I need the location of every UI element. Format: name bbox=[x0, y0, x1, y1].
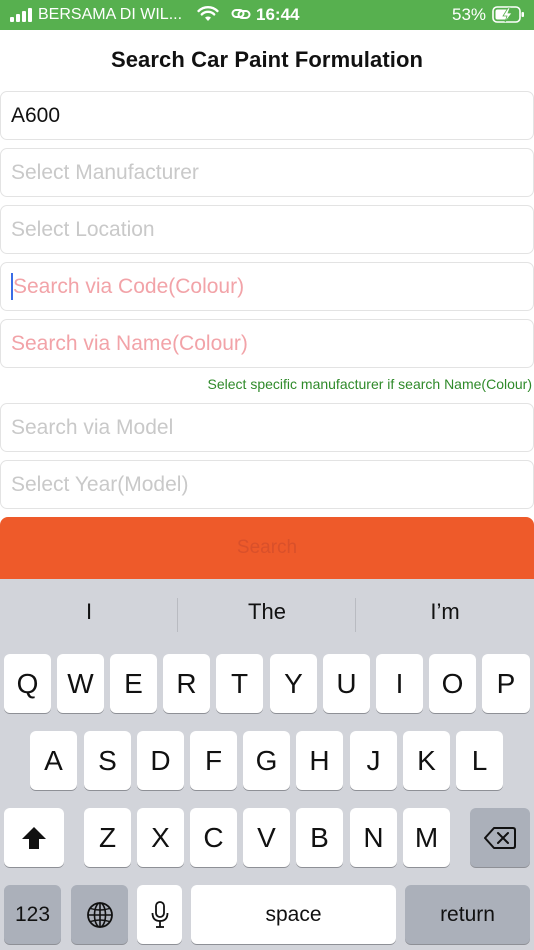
signal-icon bbox=[10, 8, 32, 22]
name-colour-placeholder: Search via Name(Colour) bbox=[11, 331, 248, 355]
status-left: BERSAMA DI WIL... bbox=[10, 5, 182, 25]
key-u[interactable]: U bbox=[323, 654, 370, 713]
key-y[interactable]: Y bbox=[270, 654, 317, 713]
link-icon bbox=[231, 9, 251, 19]
space-key[interactable]: space bbox=[191, 885, 396, 944]
carrier-name: BERSAMA DI WIL... bbox=[38, 6, 183, 23]
model-placeholder: Search via Model bbox=[11, 415, 174, 439]
name-colour-input[interactable]: Search via Name(Colour) bbox=[0, 319, 534, 368]
key-t[interactable]: T bbox=[216, 654, 263, 713]
year-placeholder: Select Year(Model) bbox=[11, 472, 189, 496]
search-button[interactable]: Search bbox=[0, 517, 534, 579]
return-key[interactable]: return bbox=[405, 885, 530, 944]
manufacturer-select[interactable]: Select Manufacturer bbox=[0, 148, 534, 197]
key-z[interactable]: Z bbox=[84, 808, 131, 867]
backspace-key[interactable] bbox=[470, 808, 530, 867]
key-j[interactable]: J bbox=[350, 731, 397, 790]
wifi-icon bbox=[197, 6, 219, 21]
location-select[interactable]: Select Location bbox=[0, 205, 534, 254]
key-k[interactable]: K bbox=[403, 731, 450, 790]
key-c[interactable]: C bbox=[190, 808, 237, 867]
code-colour-placeholder: Search via Code(Colour) bbox=[13, 274, 245, 298]
key-h[interactable]: H bbox=[296, 731, 343, 790]
manufacturer-placeholder: Select Manufacturer bbox=[11, 160, 199, 184]
status-time: 16:44 bbox=[256, 5, 300, 24]
key-p[interactable]: P bbox=[482, 654, 530, 713]
code-colour-input[interactable]: Search via Code(Colour) bbox=[0, 262, 534, 311]
shift-icon bbox=[22, 826, 46, 849]
key-s[interactable]: S bbox=[84, 731, 131, 790]
microphone-icon bbox=[151, 900, 168, 928]
key-b[interactable]: B bbox=[296, 808, 343, 867]
key-l[interactable]: L bbox=[456, 731, 503, 790]
code-input-value: A600 bbox=[11, 103, 61, 127]
key-q[interactable]: Q bbox=[4, 654, 51, 713]
numbers-key[interactable]: 123 bbox=[4, 885, 61, 944]
key-f[interactable]: F bbox=[190, 731, 237, 790]
key-w[interactable]: W bbox=[57, 654, 104, 713]
key-r[interactable]: R bbox=[163, 654, 210, 713]
battery-percentage: 53% bbox=[452, 5, 487, 24]
globe-key[interactable] bbox=[71, 885, 128, 944]
keyboard: I The I’m Q W E R T Y U I O P A S D F G … bbox=[0, 579, 534, 950]
key-d[interactable]: D bbox=[137, 731, 184, 790]
key-i[interactable]: I bbox=[376, 654, 423, 713]
suggestion-item[interactable]: I bbox=[0, 599, 178, 625]
suggestion-item[interactable]: The bbox=[178, 599, 356, 625]
key-v[interactable]: V bbox=[243, 808, 290, 867]
backspace-icon bbox=[484, 826, 516, 849]
shift-key[interactable] bbox=[4, 808, 64, 867]
battery-charging-icon bbox=[492, 6, 524, 23]
key-n[interactable]: N bbox=[350, 808, 397, 867]
globe-icon bbox=[86, 901, 113, 928]
manufacturer-hint: Select specific manufacturer if search N… bbox=[207, 376, 532, 392]
suggestion-bar: I The I’m bbox=[0, 579, 534, 649]
microphone-key[interactable] bbox=[137, 885, 182, 944]
model-input[interactable]: Search via Model bbox=[0, 403, 534, 452]
suggestion-item[interactable]: I’m bbox=[356, 599, 534, 625]
page-title: Search Car Paint Formulation bbox=[110, 47, 424, 72]
key-a[interactable]: A bbox=[30, 731, 77, 790]
key-x[interactable]: X bbox=[137, 808, 184, 867]
location-placeholder: Select Location bbox=[11, 217, 155, 241]
key-o[interactable]: O bbox=[429, 654, 476, 713]
header: Search Car Paint Formulation bbox=[0, 30, 534, 90]
year-select[interactable]: Select Year(Model) bbox=[0, 460, 534, 509]
key-e[interactable]: E bbox=[110, 654, 157, 713]
status-bar: BERSAMA DI WIL... 16:44 53% bbox=[0, 0, 534, 30]
key-g[interactable]: G bbox=[243, 731, 290, 790]
code-input[interactable]: A600 bbox=[0, 91, 534, 140]
key-m[interactable]: M bbox=[403, 808, 450, 867]
